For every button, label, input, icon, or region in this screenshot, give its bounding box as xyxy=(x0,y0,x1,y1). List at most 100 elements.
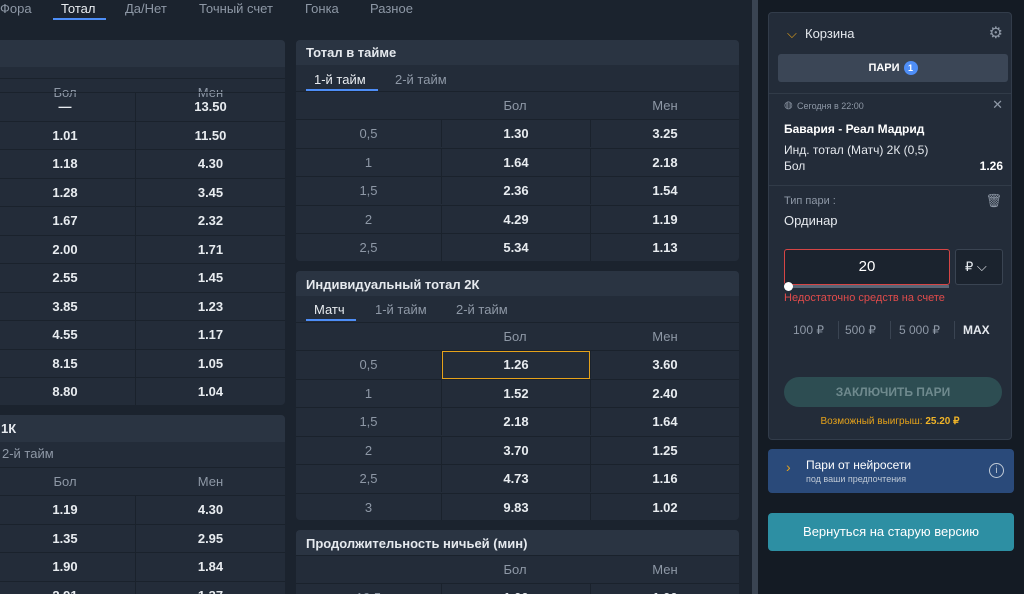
panel-header xyxy=(0,40,285,67)
odd-over[interactable]: 2.91 xyxy=(0,582,134,594)
subtab-first-half[interactable]: 1-й тайм xyxy=(375,302,427,317)
odd-under[interactable]: 4.30 xyxy=(136,150,285,178)
odd-over[interactable]: 2.55 xyxy=(0,264,134,292)
odd-over[interactable]: 3.70 xyxy=(442,437,590,465)
currency-value: ₽ xyxy=(965,259,974,274)
odd-under[interactable]: 1.04 xyxy=(136,378,285,405)
chevron-down-icon[interactable]: ⌵ xyxy=(787,26,797,42)
tab-race[interactable]: Гонка xyxy=(305,1,339,16)
param-value: 0,5 xyxy=(359,126,378,141)
param-value: 1,5 xyxy=(359,183,378,198)
pari-tab[interactable]: ПАРИ 1 xyxy=(778,54,1008,82)
table-row: 1.90 1.84 xyxy=(0,552,285,580)
table-row: 2,5 5.34 1.13 xyxy=(296,233,739,261)
subtab-second-half[interactable]: 2-й тайм xyxy=(2,446,54,461)
odd-under[interactable]: 3.25 xyxy=(591,120,739,148)
odd-under[interactable]: 1.23 xyxy=(136,293,285,321)
table-row: 8.80 1.04 xyxy=(0,377,285,405)
odd-over[interactable]: 1.18 xyxy=(0,150,134,178)
odd-over[interactable]: 2.00 xyxy=(0,236,134,264)
odd-under[interactable]: 1.00 xyxy=(591,584,739,594)
odd-over[interactable]: 1.28 xyxy=(0,179,134,207)
col-header-under: Мен xyxy=(652,329,678,344)
odd-under[interactable]: 1.16 xyxy=(591,465,739,493)
odd-over[interactable]: 4.55 xyxy=(0,321,134,349)
param-value: 2,5 xyxy=(359,471,378,486)
market-name: Инд. тотал (Матч) 2К (0,5) xyxy=(784,143,929,157)
odd-under[interactable]: 2.40 xyxy=(591,380,739,408)
odd-under[interactable]: 3.60 xyxy=(591,351,739,379)
odd-under[interactable]: 2.32 xyxy=(136,207,285,235)
odd-under[interactable]: 1.17 xyxy=(136,321,285,349)
place-bet-button[interactable]: ЗАКЛЮЧИТЬ ПАРИ xyxy=(784,377,1002,407)
amount-input[interactable]: 20 xyxy=(784,249,950,285)
odd-under[interactable]: 13.50 xyxy=(136,93,285,121)
match-name: Бавария - Реал Мадрид xyxy=(784,122,925,136)
tab-misc[interactable]: Разное xyxy=(370,1,413,16)
odd-over[interactable]: 1.35 xyxy=(0,525,134,553)
col-header-under: Мен xyxy=(197,474,224,489)
bet-slip-sidebar: ⌵ Корзина ⚙ ПАРИ 1 ◍ Сегодня в 22:00 ✕ Ба… xyxy=(758,0,1024,594)
odd-over[interactable]: 2.18 xyxy=(442,408,590,436)
tab-exact-score[interactable]: Точный счет xyxy=(199,1,273,16)
odd-over[interactable]: 8.15 xyxy=(0,350,134,378)
odd-under[interactable]: 1.25 xyxy=(591,437,739,465)
odd-over[interactable]: 1.01 xyxy=(0,122,134,150)
currency-select[interactable]: ₽ ⌵ xyxy=(955,249,1003,285)
odd-under[interactable]: 1.84 xyxy=(136,553,285,581)
odd-over[interactable]: 1.64 xyxy=(442,149,590,177)
odd-under[interactable]: 1.19 xyxy=(591,206,739,234)
odd-under[interactable]: 1.45 xyxy=(136,264,285,292)
old-version-button[interactable]: Вернуться на старую версию xyxy=(768,513,1014,551)
odd-over[interactable]: 1.00 xyxy=(442,584,590,594)
amount-slider-knob[interactable] xyxy=(784,282,793,291)
tab-yes-no[interactable]: Да/Нет xyxy=(125,1,167,16)
table-row: —13.50 xyxy=(0,92,285,120)
odd-under[interactable]: 3.45 xyxy=(136,179,285,207)
odd-over[interactable]: 4.73 xyxy=(442,465,590,493)
odd-under[interactable]: 1.54 xyxy=(591,177,739,205)
panel-title: Продолжительность ничьей (мин) xyxy=(296,530,739,555)
odd-over[interactable]: 5.34 xyxy=(442,234,590,261)
odd-under[interactable]: 4.30 xyxy=(136,496,285,524)
quick-amount-max[interactable]: MAX xyxy=(963,323,990,337)
quick-amount-500[interactable]: 500 ₽ xyxy=(845,323,876,337)
subtab-match[interactable]: Матч xyxy=(314,302,345,317)
ai-bets-button[interactable]: › Пари от нейросети под ваши предпочтени… xyxy=(768,449,1014,493)
odd-over[interactable]: — xyxy=(0,93,134,121)
odd-under[interactable]: 1.05 xyxy=(136,350,285,378)
subtab-second-half[interactable]: 2-й тайм xyxy=(456,302,508,317)
odd-over[interactable]: 9.83 xyxy=(442,494,590,521)
odd-over[interactable]: 1.67 xyxy=(0,207,134,235)
info-icon[interactable]: i xyxy=(989,463,1004,478)
odd-under[interactable]: 2.18 xyxy=(591,149,739,177)
odd-over[interactable]: 4.29 xyxy=(442,206,590,234)
odd-over[interactable]: 8.80 xyxy=(0,378,134,405)
odd-under[interactable]: 1.71 xyxy=(136,236,285,264)
quick-amount-100[interactable]: 100 ₽ xyxy=(793,323,824,337)
odd-over[interactable]: 1.19 xyxy=(0,496,134,524)
amount-slider[interactable] xyxy=(787,285,949,288)
gear-icon[interactable]: ⚙ xyxy=(989,23,1003,43)
odd-over[interactable]: 2.36 xyxy=(442,177,590,205)
cart-title[interactable]: Корзина xyxy=(805,26,855,41)
odd-under[interactable]: 1.02 xyxy=(591,494,739,521)
tab-fora[interactable]: Фора xyxy=(0,1,32,16)
quick-amount-5000[interactable]: 5 000 ₽ xyxy=(899,323,940,337)
subtab-first-half[interactable]: 1-й тайм xyxy=(314,72,366,87)
table-row: 2.911.37 xyxy=(0,580,285,594)
odd-over[interactable]: 3.85 xyxy=(0,293,134,321)
odd-over[interactable]: 1.30 xyxy=(442,120,590,148)
trash-icon[interactable]: 🗑 xyxy=(985,193,1002,209)
odd-over[interactable]: 1.90 xyxy=(0,553,134,581)
odd-over[interactable]: 1.26 xyxy=(442,351,590,379)
odd-over[interactable]: 1.52 xyxy=(442,380,590,408)
odd-under[interactable]: 1.37 xyxy=(136,582,285,594)
odd-under[interactable]: 1.64 xyxy=(591,408,739,436)
subtab-second-half[interactable]: 2-й тайм xyxy=(395,72,447,87)
close-icon[interactable]: ✕ xyxy=(992,97,1003,113)
odd-under[interactable]: 1.13 xyxy=(591,234,739,261)
odd-under[interactable]: 2.95 xyxy=(136,525,285,553)
tab-total[interactable]: Тотал xyxy=(61,1,96,16)
odd-under[interactable]: 11.50 xyxy=(136,122,285,150)
